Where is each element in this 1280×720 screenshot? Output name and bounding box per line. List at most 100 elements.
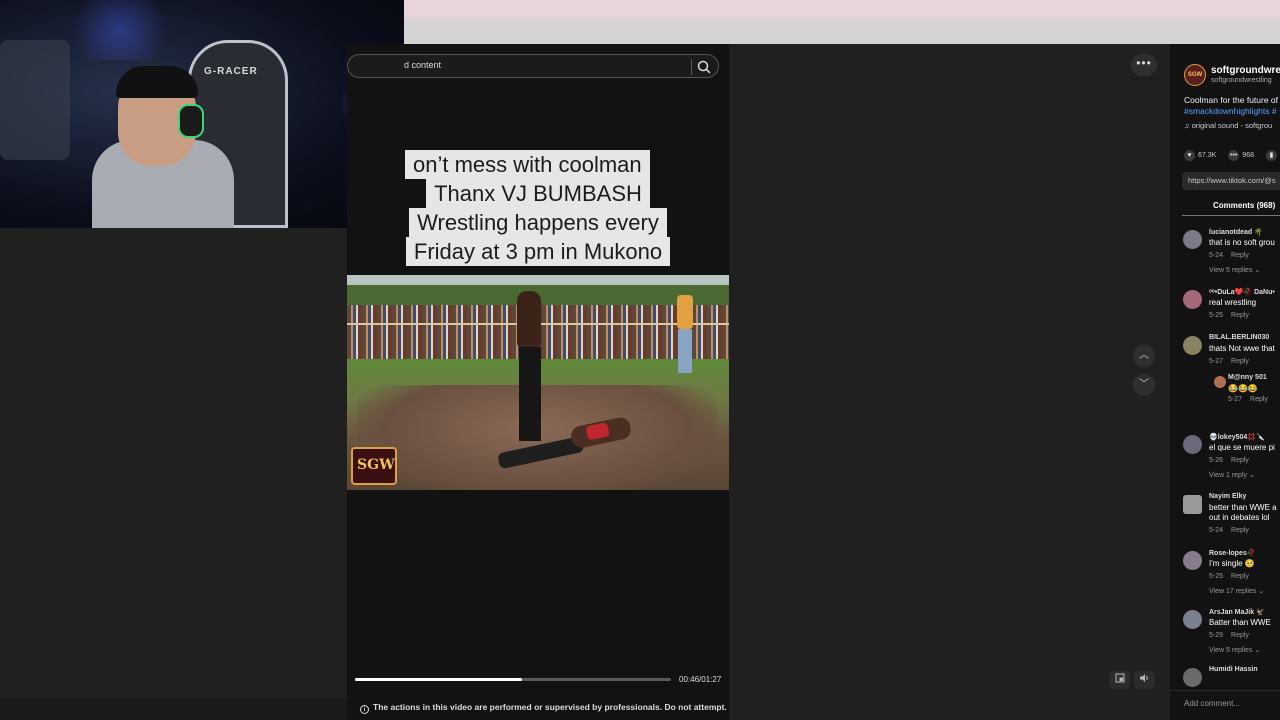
- comment-date: 5-27: [1209, 358, 1224, 365]
- reply-button[interactable]: Reply: [1231, 312, 1249, 319]
- comments-panel: SGW softgroundwres softgroundwrestling C…: [1170, 44, 1280, 720]
- bookmark-icon[interactable]: ▮: [1265, 150, 1277, 161]
- comment-user[interactable]: lucianotdead 🌴: [1209, 228, 1263, 236]
- comment-text: thats Not wwe that: [1209, 344, 1275, 353]
- view-replies-button[interactable]: View 5 replies ⌄: [1209, 266, 1260, 274]
- comment-user[interactable]: BILAL.BERLIN030: [1209, 334, 1269, 341]
- comment-date: 5-24: [1209, 252, 1224, 259]
- safety-disclaimer: i The actions in this video are performed…: [360, 702, 727, 714]
- watermark-text: SGW: [357, 457, 395, 473]
- caption-line: Friday at 3 pm in Mukono: [405, 237, 671, 266]
- search-input[interactable]: d content: [404, 60, 441, 70]
- timecode: 00:46/01:27: [679, 675, 722, 684]
- chair-brand: G-RACER: [204, 66, 258, 77]
- headphones: [178, 104, 204, 138]
- info-icon: i: [360, 705, 369, 714]
- avatar[interactable]: [1183, 668, 1202, 687]
- caption-line: Wrestling happens every: [409, 208, 667, 237]
- desk-equipment: [0, 40, 70, 160]
- author-name[interactable]: softgroundwres: [1211, 65, 1280, 76]
- comment-user[interactable]: Humidi Hassin: [1209, 666, 1258, 673]
- author-avatar[interactable]: SGW: [1184, 64, 1206, 86]
- like-count: 67.3K: [1198, 152, 1217, 159]
- search-divider: [691, 59, 692, 75]
- screen: G-RACER d content on’t mess with coolman…: [0, 0, 1280, 720]
- comment-text: Batter than WWE: [1209, 618, 1271, 627]
- search-bar[interactable]: d content: [347, 54, 719, 78]
- avatar[interactable]: [1183, 435, 1202, 454]
- comment-user[interactable]: Nayim Elky: [1209, 493, 1246, 500]
- comment-date: 5-24: [1209, 527, 1224, 534]
- comment-meta: 5-25 Reply: [1209, 312, 1249, 319]
- reply-button[interactable]: Reply: [1231, 573, 1249, 580]
- avatar[interactable]: [1183, 290, 1202, 309]
- view-replies-button[interactable]: View 1 reply ⌄: [1209, 471, 1255, 479]
- search-icon[interactable]: [696, 59, 712, 75]
- comment-date: 5-25: [1209, 573, 1224, 580]
- more-options-button[interactable]: •••: [1131, 54, 1157, 76]
- video-stage: [729, 44, 1170, 720]
- comment-meta: 5-24 Reply: [1209, 527, 1249, 534]
- volume-button[interactable]: [1134, 671, 1154, 689]
- add-comment-input[interactable]: Add comment...: [1184, 699, 1240, 708]
- avatar[interactable]: [1214, 376, 1226, 388]
- video-frame[interactable]: SGW: [347, 275, 729, 490]
- caption-line: on’t mess with coolman: [405, 150, 650, 179]
- author-handle[interactable]: softgroundwrestling: [1211, 77, 1272, 84]
- streamer-beanie: [116, 66, 198, 98]
- comment-text: I'm single 🥺: [1209, 559, 1255, 568]
- previous-video-button[interactable]: ︿: [1133, 345, 1155, 367]
- comment-text: 😂😂😂: [1228, 384, 1258, 393]
- reply-button[interactable]: Reply: [1250, 396, 1268, 403]
- reply-button[interactable]: Reply: [1231, 527, 1249, 534]
- heart-icon[interactable]: ♥: [1184, 150, 1195, 161]
- tab-underline: [1182, 215, 1280, 216]
- speaker-icon: [1139, 674, 1148, 682]
- avatar[interactable]: [1183, 336, 1202, 355]
- video-captions: on’t mess with coolman Thanx VJ BUMBASH …: [347, 150, 729, 266]
- reply-button[interactable]: Reply: [1231, 632, 1249, 639]
- comment-meta: 5-27 Reply: [1209, 358, 1249, 365]
- comment-user[interactable]: ArsJan MaJik 🦅: [1209, 608, 1265, 616]
- comment-date: 5-25: [1209, 312, 1224, 319]
- progress-fill: [355, 678, 523, 681]
- blue-light: [60, 0, 180, 60]
- comment-meta: 5-25 Reply: [1209, 573, 1249, 580]
- comment-date: 5-26: [1209, 457, 1224, 464]
- view-replies-button[interactable]: View 17 replies ⌄: [1209, 587, 1264, 595]
- reply-button[interactable]: Reply: [1231, 457, 1249, 464]
- comment-meta: 5-26 Reply: [1209, 457, 1249, 464]
- avatar[interactable]: [1183, 551, 1202, 570]
- view-replies-button[interactable]: View 5 replies ⌄: [1209, 646, 1260, 654]
- video-player[interactable]: d content on’t mess with coolman Thanx V…: [347, 44, 729, 720]
- webcam-overlay: G-RACER: [0, 0, 404, 228]
- avatar[interactable]: [1183, 230, 1202, 249]
- hashtag-link[interactable]: #smackdownhighlights #: [1184, 106, 1278, 117]
- comment-user[interactable]: Rose-lopes🥀: [1209, 549, 1255, 557]
- next-video-button[interactable]: ﹀: [1133, 374, 1155, 396]
- video-progress-bar[interactable]: [355, 678, 671, 681]
- reply-button[interactable]: Reply: [1231, 358, 1249, 365]
- standing-wrestler: [515, 291, 545, 441]
- comment-meta: 5-27 Reply: [1228, 396, 1268, 403]
- tab-comments[interactable]: Comments (968): [1213, 201, 1275, 210]
- referee: [677, 295, 693, 375]
- avatar[interactable]: [1183, 495, 1202, 514]
- avatar[interactable]: [1183, 610, 1202, 629]
- left-footer-bar: [0, 698, 347, 720]
- comment-text: el que se muere pi: [1209, 443, 1275, 452]
- comment-user[interactable]: 💀lokey504💢🔪: [1209, 433, 1265, 441]
- comment-meta: 5-24 Reply: [1209, 252, 1249, 259]
- reply-button[interactable]: Reply: [1231, 252, 1249, 259]
- comment-text: out in debates lol: [1209, 513, 1270, 522]
- copy-link-field[interactable]: https://www.tiktok.com/@s: [1182, 172, 1280, 190]
- sound-link[interactable]: ♫ original sound - softgrou: [1184, 121, 1272, 130]
- comment-text: that is no soft grou: [1209, 238, 1275, 247]
- engagement-stats: ♥ 67.3K ••• 968 ▮: [1184, 150, 1280, 161]
- comment-user[interactable]: ᵒᵒ•DuLa❤️🥀 DaNu•: [1209, 288, 1275, 296]
- comment-user[interactable]: M@nny 501: [1228, 374, 1267, 381]
- pip-button[interactable]: [1110, 671, 1130, 689]
- comment-icon[interactable]: •••: [1228, 150, 1240, 161]
- add-comment-bar[interactable]: Add comment...: [1170, 690, 1280, 720]
- top-banner: [404, 0, 1280, 18]
